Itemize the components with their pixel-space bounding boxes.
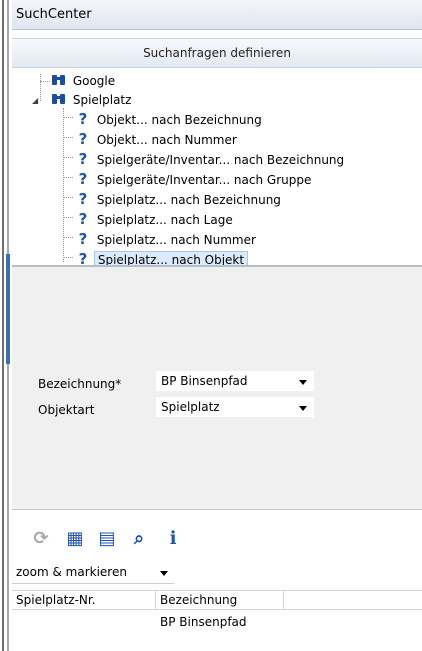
tree-connector bbox=[63, 237, 73, 238]
tree-connector bbox=[40, 81, 50, 82]
dropdown-arrow-icon[interactable] bbox=[299, 406, 307, 411]
refresh-icon[interactable]: ⟳ bbox=[30, 528, 52, 550]
tree-connector bbox=[63, 177, 73, 178]
query-label: Spielgeräte/Inventar... nach Gruppe bbox=[96, 173, 312, 187]
field-label-objektart: Objektart bbox=[38, 403, 95, 417]
tree-connector bbox=[63, 197, 73, 198]
dropdown-arrow-icon[interactable] bbox=[299, 380, 307, 385]
window-title-bar: SuchCenter bbox=[12, 0, 422, 30]
binoculars-icon bbox=[52, 74, 66, 86]
query-label: Spielplatz... nach Lage bbox=[96, 213, 233, 227]
result-mode-value: zoom & markieren bbox=[16, 565, 127, 579]
dropdown-arrow-icon[interactable] bbox=[160, 571, 168, 576]
tree-node-label: Google bbox=[72, 74, 116, 88]
column-header-spielplatz-nr[interactable]: Spielplatz-Nr. bbox=[12, 591, 156, 610]
results-grid-header: Spielplatz-Nr. Bezeichnung bbox=[12, 590, 422, 610]
results-toolbar: ⟳ ▦ ▤ ⌕ ℹ bbox=[12, 522, 422, 556]
result-mode-combobox[interactable]: zoom & markieren bbox=[12, 562, 174, 584]
column-header-bezeichnung[interactable]: Bezeichnung bbox=[156, 591, 284, 610]
bezeichnung-combobox[interactable]: BP Binsenpfad bbox=[156, 371, 314, 391]
field-label-bezeichnung: Bezeichnung* bbox=[38, 377, 122, 391]
tree-connector bbox=[63, 108, 64, 262]
edge-line bbox=[2, 0, 4, 651]
question-icon: ? bbox=[78, 230, 88, 248]
tree-query-item[interactable]: ? Spielplatz... nach Lage bbox=[76, 210, 236, 228]
question-icon: ? bbox=[78, 130, 88, 148]
query-label: Objekt... nach Nummer bbox=[96, 133, 237, 147]
cell-bezeichnung: BP Binsenpfad bbox=[160, 615, 247, 629]
question-icon: ? bbox=[78, 210, 88, 228]
tree-query-item[interactable]: ? Spielplatz... nach Nummer bbox=[76, 230, 259, 248]
pane-header: Suchanfragen definieren bbox=[12, 38, 422, 68]
question-icon: ? bbox=[78, 150, 88, 168]
binoculars-icon bbox=[52, 93, 66, 105]
query-label: Spielgeräte/Inventar... nach Bezeichnung bbox=[96, 153, 345, 167]
tree-connector bbox=[63, 217, 73, 218]
tree-node-label: Spielplatz bbox=[72, 93, 132, 107]
query-label: Spielplatz... nach Bezeichnung bbox=[96, 193, 281, 207]
select-features-icon[interactable]: ▦ bbox=[64, 528, 86, 550]
left-window-edge bbox=[0, 0, 12, 651]
tree-query-item[interactable]: ? Objekt... nach Nummer bbox=[76, 130, 240, 148]
tree-query-item[interactable]: ? Spielgeräte/Inventar... nach Bezeichnu… bbox=[76, 150, 347, 168]
question-icon: ? bbox=[78, 110, 88, 128]
tree-connector bbox=[40, 74, 41, 101]
map-features-icon[interactable]: ▤ bbox=[96, 528, 118, 550]
question-icon: ? bbox=[78, 190, 88, 208]
objektart-combobox[interactable]: Spielplatz bbox=[156, 397, 314, 417]
pane-header-title: Suchanfragen definieren bbox=[143, 46, 291, 60]
query-label: Spielplatz... nach Nummer bbox=[96, 233, 256, 247]
objektart-value: Spielplatz bbox=[161, 400, 220, 414]
zoom-search-icon[interactable]: ⌕ bbox=[128, 528, 150, 550]
tree-node-google[interactable]: Google bbox=[52, 72, 118, 90]
info-table-icon[interactable]: ℹ bbox=[162, 528, 184, 550]
tree-query-item[interactable]: ? Spielgeräte/Inventar... nach Gruppe bbox=[76, 170, 314, 188]
collapse-triangle-icon[interactable]: ◢ bbox=[32, 96, 38, 105]
tree-connector bbox=[63, 137, 73, 138]
tree-node-spielplatz[interactable]: Spielplatz bbox=[52, 91, 134, 109]
tree-query-item[interactable]: ? Spielplatz... nach Bezeichnung bbox=[76, 190, 284, 208]
tree-query-item[interactable]: ? Objekt... nach Bezeichnung bbox=[76, 110, 265, 128]
query-tree[interactable]: Google ◢ Spielplatz ? Objekt... nach Bez… bbox=[12, 70, 422, 269]
bezeichnung-value: BP Binsenpfad bbox=[161, 374, 248, 388]
table-row[interactable]: BP Binsenpfad bbox=[12, 612, 422, 632]
window-title: SuchCenter bbox=[16, 7, 92, 22]
tree-connector bbox=[63, 257, 73, 258]
tree-connector bbox=[63, 117, 73, 118]
query-parameters-panel: Bezeichnung* BP Binsenpfad Objektart Spi… bbox=[12, 267, 422, 510]
query-label: Objekt... nach Bezeichnung bbox=[96, 113, 262, 127]
question-icon: ? bbox=[78, 170, 88, 188]
tree-connector bbox=[63, 157, 73, 158]
scroll-indicator bbox=[6, 254, 10, 364]
